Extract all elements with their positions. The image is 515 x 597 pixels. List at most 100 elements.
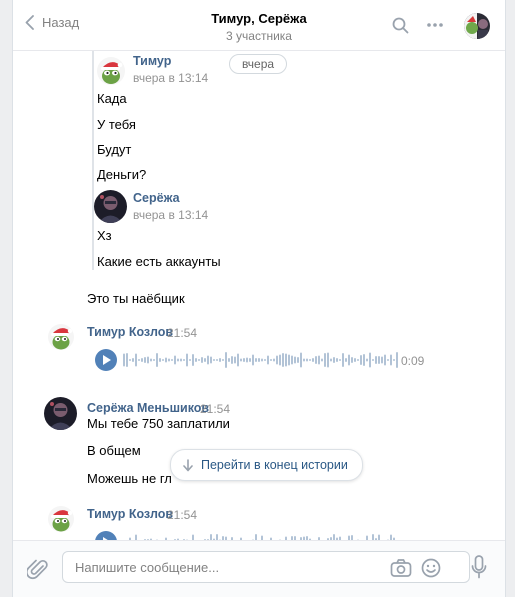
waveform-bar <box>171 359 173 361</box>
message-time[interactable]: 21:54 <box>200 402 230 416</box>
waveform-bar <box>123 353 125 367</box>
play-icon[interactable] <box>95 531 117 540</box>
waveform-bar <box>201 357 203 363</box>
message-text: Какие есть аккаунты <box>97 254 221 269</box>
jump-to-end-button[interactable]: Перейти в конец истории <box>170 449 363 481</box>
waveform-bar <box>132 358 134 362</box>
waveform-bar <box>231 356 233 364</box>
waveform-bar <box>165 357 167 363</box>
message-author[interactable]: Тимур Козлов <box>87 325 173 339</box>
waveform-bar <box>147 356 149 364</box>
waveform-bar <box>387 359 389 361</box>
voice-waveform[interactable] <box>123 531 401 540</box>
microphone-icon[interactable] <box>471 555 487 579</box>
waveform-bar <box>144 357 146 363</box>
waveform-bar <box>282 353 284 367</box>
waveform-bar <box>153 359 155 361</box>
waveform-bar <box>315 356 317 364</box>
message-author[interactable]: Тимур Козлов <box>87 507 173 521</box>
avatar[interactable] <box>97 57 125 85</box>
waveform-bar <box>291 355 293 365</box>
waveform-bar <box>156 353 158 367</box>
forwarded-author[interactable]: Тимур <box>133 54 171 68</box>
message-input-placeholder: Напишите сообщение... <box>75 560 220 575</box>
waveform-bar <box>129 359 131 361</box>
voice-waveform[interactable] <box>123 349 401 371</box>
waveform-bar <box>261 358 263 362</box>
waveform-bar <box>264 359 266 361</box>
waveform-bar <box>195 358 197 362</box>
paperclip-icon[interactable] <box>27 557 49 581</box>
waveform-bar <box>252 354 254 366</box>
waveform-bar <box>141 358 143 362</box>
avatar[interactable] <box>48 506 74 532</box>
date-divider: вчера <box>229 54 287 74</box>
smile-icon[interactable] <box>421 558 441 578</box>
waveform-bar <box>366 358 368 362</box>
play-icon[interactable] <box>95 349 117 371</box>
waveform-bar <box>354 358 356 362</box>
waveform-bar <box>297 357 299 363</box>
waveform-bar <box>138 359 140 361</box>
message-text: Деньги? <box>97 167 147 182</box>
waveform-bar <box>198 359 200 361</box>
message-input[interactable]: Напишите сообщение... <box>62 551 470 583</box>
waveform-bar <box>375 356 377 364</box>
waveform-bar <box>345 358 347 362</box>
waveform-bar <box>336 358 338 362</box>
waveform-bar <box>294 356 296 364</box>
forward-bar <box>92 51 94 270</box>
avatar[interactable] <box>48 324 74 350</box>
waveform-bar <box>168 358 170 362</box>
search-icon[interactable] <box>392 17 409 34</box>
waveform-bar <box>135 353 137 367</box>
waveform-bar <box>396 352 398 368</box>
message-composer: Напишите сообщение... <box>13 540 505 597</box>
waveform-bar <box>309 359 311 361</box>
waveform-bar <box>342 353 344 367</box>
waveform-bar <box>207 355 209 365</box>
waveform-bar <box>384 354 386 366</box>
waveform-bar <box>363 354 365 366</box>
avatar[interactable] <box>94 190 127 223</box>
arrow-down-icon <box>183 458 193 471</box>
forwarded-author[interactable]: Серёжа <box>133 191 180 205</box>
waveform-bar <box>273 358 275 362</box>
waveform-bar <box>162 359 164 361</box>
camera-icon[interactable] <box>390 558 412 578</box>
waveform-bar <box>303 358 305 362</box>
waveform-bar <box>339 359 341 361</box>
forwarded-time[interactable]: вчера в 13:14 <box>133 208 208 222</box>
waveform-bar <box>177 358 179 362</box>
waveform-bar <box>150 358 152 362</box>
waveform-bar <box>270 359 272 361</box>
message-text: Мы тебе 750 заплатили <box>87 416 230 431</box>
chat-panel: Назад Тимур, Серёжа 3 участника вчера Ти… <box>12 0 506 597</box>
waveform-bar <box>324 353 326 367</box>
waveform-bar <box>189 359 191 361</box>
message-author[interactable]: Серёжа Меньшиков <box>87 401 209 415</box>
waveform-bar <box>393 359 395 361</box>
forwarded-time[interactable]: вчера в 13:14 <box>133 71 208 85</box>
waveform-bar <box>216 359 218 361</box>
message-text: У тебя <box>97 117 136 132</box>
waveform-bar <box>225 352 227 368</box>
avatar[interactable] <box>44 397 77 430</box>
waveform-bar <box>159 358 161 362</box>
message-text: Можешь не гл <box>87 471 172 486</box>
waveform-bar <box>243 358 245 362</box>
waveform-bar <box>378 356 380 364</box>
waveform-bar <box>210 356 212 364</box>
more-icon[interactable] <box>426 17 444 33</box>
waveform-bar <box>318 355 320 365</box>
waveform-bar <box>219 358 221 362</box>
waveform-bar <box>381 356 383 364</box>
jump-to-end-label: Перейти в конец истории <box>201 458 348 472</box>
waveform-bar <box>186 353 188 367</box>
waveform-bar <box>183 359 185 361</box>
message-time[interactable]: 21:54 <box>167 326 197 340</box>
chat-avatar[interactable] <box>464 13 490 39</box>
waveform-bar <box>180 358 182 362</box>
chat-header: Назад Тимур, Серёжа 3 участника <box>13 0 505 51</box>
message-time[interactable]: 21:54 <box>167 508 197 522</box>
